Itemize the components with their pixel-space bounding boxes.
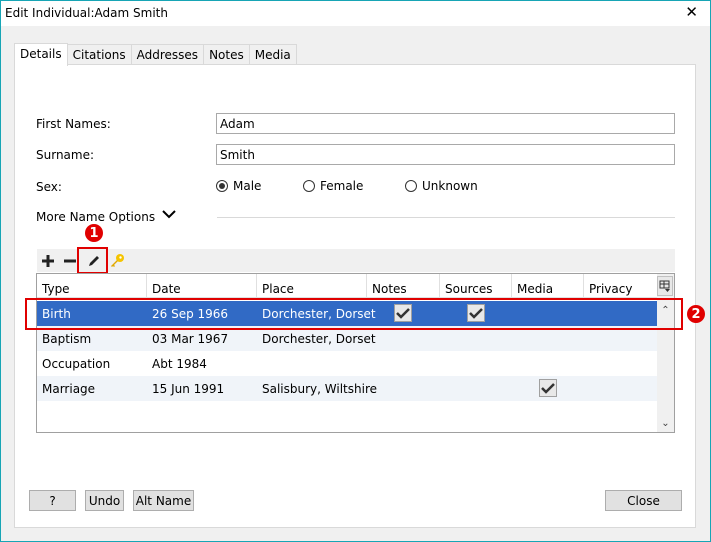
surname-label: Surname: [36, 148, 95, 162]
checkmark-icon [469, 308, 483, 319]
annotation-badge-1: 1 [85, 224, 103, 242]
minus-icon [64, 259, 76, 262]
window-title: Edit Individual:Adam Smith [5, 6, 168, 20]
media-checkbox [539, 379, 557, 397]
tab-addresses[interactable]: Addresses [131, 44, 205, 65]
vertical-scrollbar[interactable]: ⌃ ⌄ [657, 274, 674, 432]
title-bar: Edit Individual:Adam Smith ✕ [1, 1, 710, 26]
radio-selected-icon [216, 180, 228, 192]
notes-checkbox [394, 304, 412, 322]
events-toolbar [37, 249, 675, 272]
events-table: Type Date Place Notes Sources Media Priv… [36, 273, 675, 433]
close-button[interactable]: Close [605, 490, 682, 511]
cell-type: Birth [42, 307, 71, 321]
sex-label: Sex: [36, 180, 62, 194]
pencil-icon [89, 255, 99, 266]
separator [217, 217, 675, 218]
column-header-media[interactable]: Media [512, 274, 584, 298]
alt-name-button[interactable]: Alt Name [133, 490, 194, 511]
table-row[interactable]: Birth 26 Sep 1966 Dorchester, Dorset [37, 301, 657, 326]
scroll-up-icon[interactable]: ⌃ [657, 302, 674, 318]
remove-event-button[interactable] [60, 249, 80, 272]
table-row[interactable]: Baptism 03 Mar 1967 Dorchester, Dorset [37, 326, 657, 351]
table-header: Type Date Place Notes Sources Media Priv… [37, 274, 657, 298]
column-header-type[interactable]: Type [37, 274, 147, 298]
plus-icon [42, 254, 54, 267]
cell-date: 03 Mar 1967 [152, 332, 229, 346]
more-name-options-label[interactable]: More Name Options [36, 210, 155, 224]
column-header-place[interactable]: Place [257, 274, 367, 298]
first-names-input[interactable] [216, 113, 675, 134]
column-chooser-icon [659, 280, 670, 292]
sources-checkbox [467, 304, 485, 322]
sex-male-label: Male [233, 179, 262, 193]
cell-type: Marriage [42, 382, 96, 396]
cell-date: Abt 1984 [152, 357, 207, 371]
sex-female-label: Female [320, 179, 364, 193]
scroll-down-icon[interactable]: ⌄ [657, 415, 674, 431]
checkmark-icon [396, 308, 410, 319]
cell-place: Dorchester, Dorset [262, 307, 376, 321]
sex-male-radio[interactable]: Male [216, 179, 261, 193]
column-header-notes[interactable]: Notes [367, 274, 440, 298]
edit-event-button[interactable] [84, 249, 104, 272]
sex-female-radio[interactable]: Female [303, 179, 363, 193]
help-button[interactable]: ? [29, 490, 76, 511]
column-header-date[interactable]: Date [147, 274, 257, 298]
add-event-button[interactable] [38, 249, 58, 272]
tab-notes[interactable]: Notes [204, 44, 250, 65]
undo-button[interactable]: Undo [85, 490, 124, 511]
radio-empty-icon [303, 180, 315, 192]
chevron-down-icon[interactable] [161, 207, 177, 221]
column-menu-button[interactable] [657, 276, 673, 296]
edit-individual-dialog: Edit Individual:Adam Smith ✕ Details Cit… [0, 0, 711, 542]
annotation-badge-2: 2 [687, 305, 705, 323]
tab-bar: Details Citations Addresses Notes Media [14, 43, 297, 66]
privacy-button[interactable] [107, 249, 127, 272]
close-x-icon[interactable]: ✕ [685, 5, 698, 20]
cell-place: Salisbury, Wiltshire [262, 382, 377, 396]
cell-type: Occupation [42, 357, 111, 371]
key-icon [111, 253, 124, 267]
sex-unknown-radio[interactable]: Unknown [405, 179, 478, 193]
tab-media[interactable]: Media [249, 44, 297, 65]
cell-date: 15 Jun 1991 [152, 382, 225, 396]
cell-type: Baptism [42, 332, 92, 346]
tab-citations[interactable]: Citations [67, 44, 132, 65]
tab-details[interactable]: Details [14, 43, 68, 66]
table-row[interactable]: Marriage 15 Jun 1991 Salisbury, Wiltshir… [37, 376, 657, 401]
cell-place [257, 351, 262, 376]
sex-unknown-label: Unknown [422, 179, 478, 193]
checkmark-icon [541, 383, 555, 394]
table-row[interactable]: Occupation Abt 1984 [37, 351, 657, 376]
cell-date: 26 Sep 1966 [152, 307, 229, 321]
column-header-sources[interactable]: Sources [440, 274, 512, 298]
column-header-privacy[interactable]: Privacy [584, 274, 657, 298]
surname-input[interactable] [216, 144, 675, 165]
cell-place: Dorchester, Dorset [262, 332, 376, 346]
first-names-label: First Names: [36, 117, 111, 131]
radio-empty-icon [405, 180, 417, 192]
